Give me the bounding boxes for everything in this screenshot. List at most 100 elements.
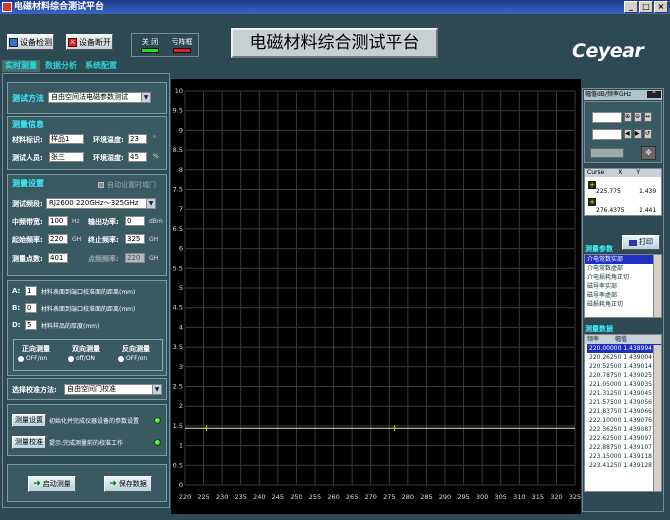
x-tick-label: 260 xyxy=(327,493,339,501)
y-tick-label: 7.5 xyxy=(173,186,183,194)
table-row[interactable]: 221.31250 1.439045 xyxy=(587,389,661,398)
tab-analysis[interactable]: 数据分析 xyxy=(42,60,80,72)
connect-button[interactable]: 设备检测 xyxy=(7,34,54,50)
table-row[interactable]: 221.57500 1.439056 xyxy=(587,398,661,407)
rev-radio[interactable] xyxy=(118,356,124,362)
reset-icon[interactable]: ↺ xyxy=(644,129,652,139)
params-list[interactable]: 介电常数实部 介电常数虚部 介电损耗角正切 磁导率实部 磁导率虚部 磁损耗角正切 xyxy=(584,254,662,318)
zoom-out-icon[interactable]: ⊖ xyxy=(634,112,642,122)
a-field[interactable]: 1 xyxy=(25,286,37,296)
fwd-option: OFF/on xyxy=(26,355,48,362)
rev-label: 反向测量 xyxy=(122,345,150,353)
calibrate-button[interactable]: 测量校准 xyxy=(12,436,46,449)
data-table[interactable]: 频率 幅值 220.00000 1.438994 220.26250 1.4390… xyxy=(584,334,662,492)
table-row[interactable]: 220.52500 1.439014 xyxy=(587,362,661,371)
cursor1-icon[interactable]: + xyxy=(588,181,596,189)
row-amp: 1.439076 xyxy=(621,417,652,424)
table-row[interactable]: 220.26250 1.439004 xyxy=(587,353,661,362)
temp-field[interactable]: 23 xyxy=(128,134,147,144)
list-item[interactable]: 磁损耗角正切 xyxy=(585,300,661,309)
chevron-up-icon[interactable]: ^ xyxy=(647,91,661,98)
x-tick-label: 265 xyxy=(346,493,358,501)
pan-right-icon[interactable]: ▶ xyxy=(634,129,642,139)
points-field[interactable]: 401 xyxy=(48,253,68,263)
zoom-field-1[interactable] xyxy=(592,112,622,123)
chart-area[interactable]: 220 225 230 235 240 245 250 255 260 265 270 275 280 2… xyxy=(171,79,581,514)
disconnect-button[interactable]: × 设备断开 xyxy=(66,34,113,50)
x-tick-label: 240 xyxy=(253,493,265,501)
minimize-button[interactable]: _ xyxy=(624,1,638,13)
b-field[interactable]: 0 xyxy=(25,303,37,313)
start-field[interactable]: 220 xyxy=(48,234,68,244)
zoom-in-icon[interactable]: ⊕ xyxy=(624,112,632,122)
tab-realtime[interactable]: 实时测量 xyxy=(2,60,40,72)
row-freq: 221.31250 xyxy=(589,390,622,397)
method-label: 测试方法 xyxy=(12,94,44,103)
zoom-field-2[interactable] xyxy=(592,129,622,140)
pan-left-icon[interactable]: ◀ xyxy=(624,129,632,139)
table-row[interactable]: 222.10000 1.439076 xyxy=(587,416,661,425)
params-scrollbar[interactable] xyxy=(653,255,661,317)
table-row[interactable]: 221.83750 1.439066 xyxy=(587,407,661,416)
fwd-radio[interactable] xyxy=(18,356,24,362)
start-label: 起始频率: xyxy=(12,236,43,244)
tab-config[interactable]: 系统配置 xyxy=(82,60,120,72)
table-row[interactable]: 220.78750 1.439025 xyxy=(587,371,661,380)
list-item[interactable]: 磁导率虚部 xyxy=(585,291,661,300)
power-field[interactable]: 0 xyxy=(125,216,145,226)
table-row[interactable]: 223.15000 1.439118 xyxy=(587,452,661,461)
save-button[interactable]: ➜ 保存数据 xyxy=(104,476,152,492)
tester-field[interactable]: 张三 xyxy=(49,152,84,162)
list-item[interactable]: 磁导率实部 xyxy=(585,282,661,291)
x-tick-label: 235 xyxy=(235,493,247,501)
row-freq: 222.36250 xyxy=(589,426,622,433)
d-field[interactable]: 5 xyxy=(25,320,37,330)
bi-radio[interactable] xyxy=(68,356,74,362)
list-item[interactable]: 介电损耗角正切 xyxy=(585,273,661,282)
x-tick-label: 245 xyxy=(272,493,284,501)
data-scrollbar[interactable] xyxy=(653,345,661,491)
table-row[interactable]: 223.41250 1.439128 xyxy=(587,461,661,470)
row-amp: 1.439066 xyxy=(621,408,652,415)
maximize-button[interactable]: □ xyxy=(639,1,653,13)
list-item[interactable]: 介电常数虚部 xyxy=(585,264,661,273)
close-button[interactable]: × xyxy=(654,1,668,13)
stop-field[interactable]: 325 xyxy=(125,234,145,244)
cursor2-icon[interactable]: + xyxy=(588,198,596,206)
settings-section: 测量设置 自动设置时域门 测试频段: RJ2600 220GHz～325GHz … xyxy=(7,174,167,276)
ifbw-field[interactable]: 100 xyxy=(48,216,68,226)
band-select[interactable]: RJ2600 220GHz～325GHz ▼ xyxy=(46,198,156,209)
y-tick-label: 10 xyxy=(175,87,183,95)
tool-buttons[interactable] xyxy=(590,148,624,158)
print-button[interactable]: 打印 xyxy=(622,235,660,250)
material-field[interactable]: 样品1 xyxy=(49,134,84,144)
fwd-label: 正向测量 xyxy=(22,345,50,353)
tester-label: 测试人员: xyxy=(12,154,43,162)
power-label: 输出功率: xyxy=(88,218,119,226)
save-label: 保存数据 xyxy=(118,480,147,488)
table-row[interactable]: 222.62500 1.439097 xyxy=(587,434,661,443)
table-row[interactable]: 222.88750 1.439107 xyxy=(587,443,661,452)
start-button[interactable]: ➜ 启动测量 xyxy=(28,476,76,492)
zoom-fit-icon[interactable]: ↔ xyxy=(644,112,652,122)
method-select[interactable]: 自由空间法电磁参数测试 ▼ xyxy=(48,92,151,103)
humidity-field[interactable]: 45 xyxy=(128,152,147,162)
setup-button[interactable]: 测量设置 xyxy=(12,414,46,427)
table-row[interactable]: 221.05000 1.439035 xyxy=(587,380,661,389)
row-freq: 222.10000 xyxy=(589,417,622,424)
run-section: ➜ 启动测量 ➜ 保存数据 xyxy=(7,464,167,502)
table-row[interactable]: 222.36250 1.439087 xyxy=(587,425,661,434)
row-amp: 1.439056 xyxy=(621,399,652,406)
table-row[interactable]: 220.00000 1.438994 xyxy=(587,344,661,353)
x-tick-label: 305 xyxy=(495,493,507,501)
list-item[interactable]: 介电常数实部 xyxy=(585,255,661,264)
window-title: 电磁材料综合测试平台 xyxy=(14,2,105,12)
auto-gate-checkbox[interactable] xyxy=(98,182,104,188)
y-tick-label: 2.5 xyxy=(173,383,183,391)
pointfreq-field[interactable]: 220 xyxy=(125,253,145,263)
y-tick-label: 3.5 xyxy=(173,343,183,351)
cal-method-select[interactable]: 自由空间门校准 ▼ xyxy=(64,384,162,395)
crosshair-icon[interactable]: ✥ xyxy=(641,146,656,160)
save-icon: ➜ xyxy=(109,479,117,489)
row-amp: 1.439107 xyxy=(621,444,652,451)
